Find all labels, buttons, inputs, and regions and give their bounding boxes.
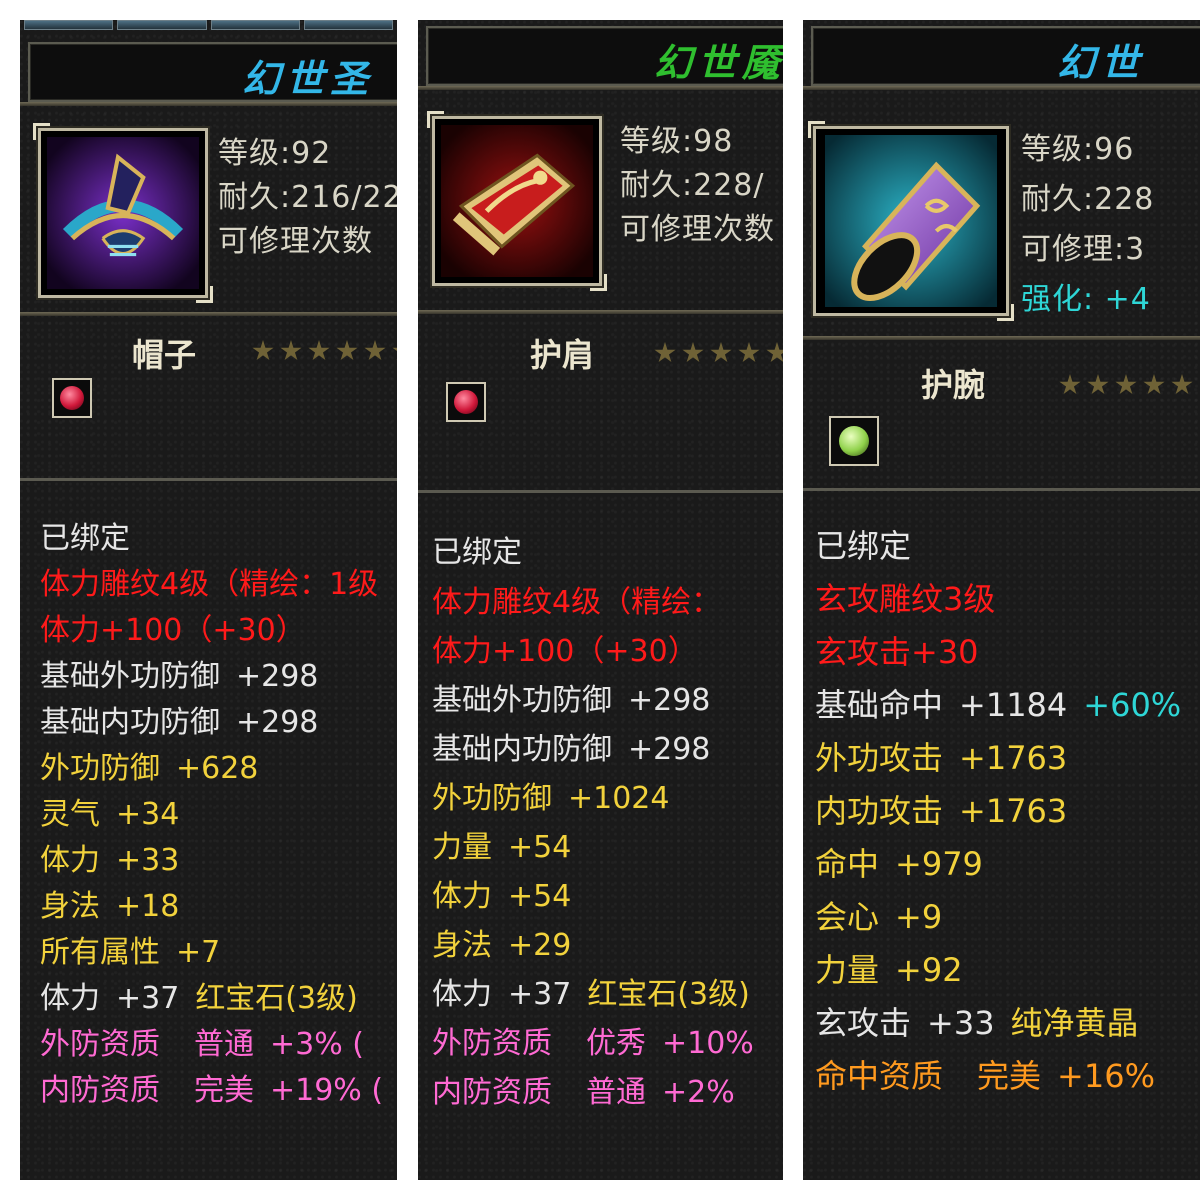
shoulder-guard-icon	[441, 125, 593, 277]
item-attributes: 已绑定 玄攻雕纹3级 玄攻击+30 基础命中 +1184 +60% 外功攻击 +176…	[803, 488, 1200, 1180]
item-attributes: 已绑定 体力雕纹4级（精绘： 体力+100（+30） 基础外功防御 +298 基础…	[418, 490, 783, 1180]
item-title-bar: 幻世圣	[28, 42, 397, 102]
attr-line: 体力雕纹4级（精绘：1级	[40, 567, 379, 602]
attr-line: 玄攻雕纹3级	[815, 580, 996, 618]
item-slot-name: 帽子	[132, 336, 197, 374]
item-level: 等级:92	[218, 136, 332, 171]
star-rating	[654, 342, 783, 364]
item-attributes: 已绑定 体力雕纹4级（精绘：1级 体力+100（+30） 基础外功防御 +298 …	[20, 478, 397, 1180]
attr-line: 体力+100（+30）	[40, 613, 306, 648]
attr-line: 外功攻击 +1763	[815, 739, 1068, 777]
attr-line: 外功防御 +1024	[432, 781, 670, 816]
attr-line: 基础命中 +1184 +60%	[815, 686, 1182, 724]
item-tooltip-shoulder: 幻世魇 等级:98 耐久:228/ 可修理次数 护肩 已绑定 体力雕纹4级（精绘…	[418, 20, 783, 1180]
item-durability: 耐久:216/22	[218, 180, 397, 215]
item-level: 等级:96	[1021, 132, 1135, 167]
attr-line: 外防资质 优秀 +10%	[432, 1026, 754, 1061]
item-durability: 耐久:228	[1021, 182, 1155, 217]
attr-line: 命中资质 完美 +16%	[815, 1057, 1155, 1095]
attr-line: 外功防御 +628	[40, 751, 259, 786]
attr-line: 身法 +29	[432, 928, 572, 963]
attr-line: 玄攻击+30	[815, 633, 979, 671]
attr-line: 会心 +9	[815, 898, 943, 936]
item-title: 幻世	[1057, 40, 1146, 85]
attr-line: 基础外功防御 +298	[40, 659, 319, 694]
item-title-bar: 幻世	[811, 26, 1200, 86]
attr-line: 命中 +979	[815, 845, 983, 883]
item-repair-count: 可修理次数	[620, 212, 775, 247]
item-slot-name: 护腕	[921, 366, 986, 404]
item-icon-wrist[interactable]	[808, 121, 1014, 321]
attr-line: 所有属性 +7	[40, 935, 221, 970]
attr-line: 基础内功防御 +298	[40, 705, 319, 740]
gem-socket[interactable]	[52, 378, 92, 418]
star-rating	[252, 340, 397, 362]
attr-line: 灵气 +34	[40, 797, 180, 832]
item-tooltip-hat: 幻世圣 等级:92 耐久:216/22 可修理次数 帽子 已绑定 体力雕纹4级（…	[20, 20, 397, 1180]
ruby-gem-icon	[60, 386, 84, 410]
attr-line: 力量 +92	[815, 951, 963, 989]
top-tab-strip	[20, 20, 397, 30]
attr-line: 体力+100（+30）	[432, 634, 698, 669]
item-icon-shoulder[interactable]	[427, 111, 607, 291]
attr-line: 外防资质 普通 +3% (	[40, 1027, 364, 1062]
attr-line: 内功攻击 +1763	[815, 792, 1068, 830]
bind-status: 已绑定	[40, 521, 130, 556]
attr-line: 体力 +33	[40, 843, 180, 878]
attr-line: 玄攻击 +33 纯净黄晶	[815, 1004, 1139, 1042]
ruby-gem-icon	[454, 390, 478, 414]
hat-icon	[47, 137, 199, 289]
attr-line: 内防资质 普通 +2%	[432, 1075, 735, 1110]
bind-status: 已绑定	[432, 535, 522, 570]
attr-line: 体力 +54	[432, 879, 572, 914]
attr-line: 基础外功防御 +298	[432, 683, 711, 718]
gem-socket[interactable]	[446, 382, 486, 422]
attr-line: 体力 +37 红宝石(3级)	[432, 977, 750, 1012]
item-level: 等级:98	[620, 124, 734, 159]
item-enhance: 强化: +4	[1021, 282, 1151, 317]
item-title-bar: 幻世魇	[426, 26, 783, 86]
topaz-gem-icon	[839, 426, 869, 456]
item-icon-hat[interactable]	[33, 123, 213, 303]
attr-line: 内防资质 完美 +19% (	[40, 1073, 384, 1108]
item-title: 幻世圣	[242, 56, 375, 101]
item-durability: 耐久:228/	[620, 168, 765, 203]
star-rating	[1059, 374, 1193, 396]
attr-line: 体力雕纹4级（精绘：	[432, 585, 722, 620]
wrist-guard-icon	[825, 135, 997, 307]
attr-line: 身法 +18	[40, 889, 180, 924]
item-tooltip-wrist: 幻世 等级:96 耐久:228 可修理:3 强化: +4 护腕 已绑定 玄攻雕纹	[803, 20, 1200, 1180]
attr-line: 基础内功防御 +298	[432, 732, 711, 767]
item-slot-name: 护肩	[530, 336, 595, 374]
attr-line: 力量 +54	[432, 830, 572, 865]
item-title: 幻世魇	[654, 40, 783, 85]
item-repair-count: 可修理次数	[218, 224, 373, 259]
gem-socket[interactable]	[829, 416, 879, 466]
bind-status: 已绑定	[815, 527, 912, 565]
attr-line: 体力 +37 红宝石(3级)	[40, 981, 358, 1016]
item-repair-count: 可修理:3	[1021, 232, 1146, 267]
